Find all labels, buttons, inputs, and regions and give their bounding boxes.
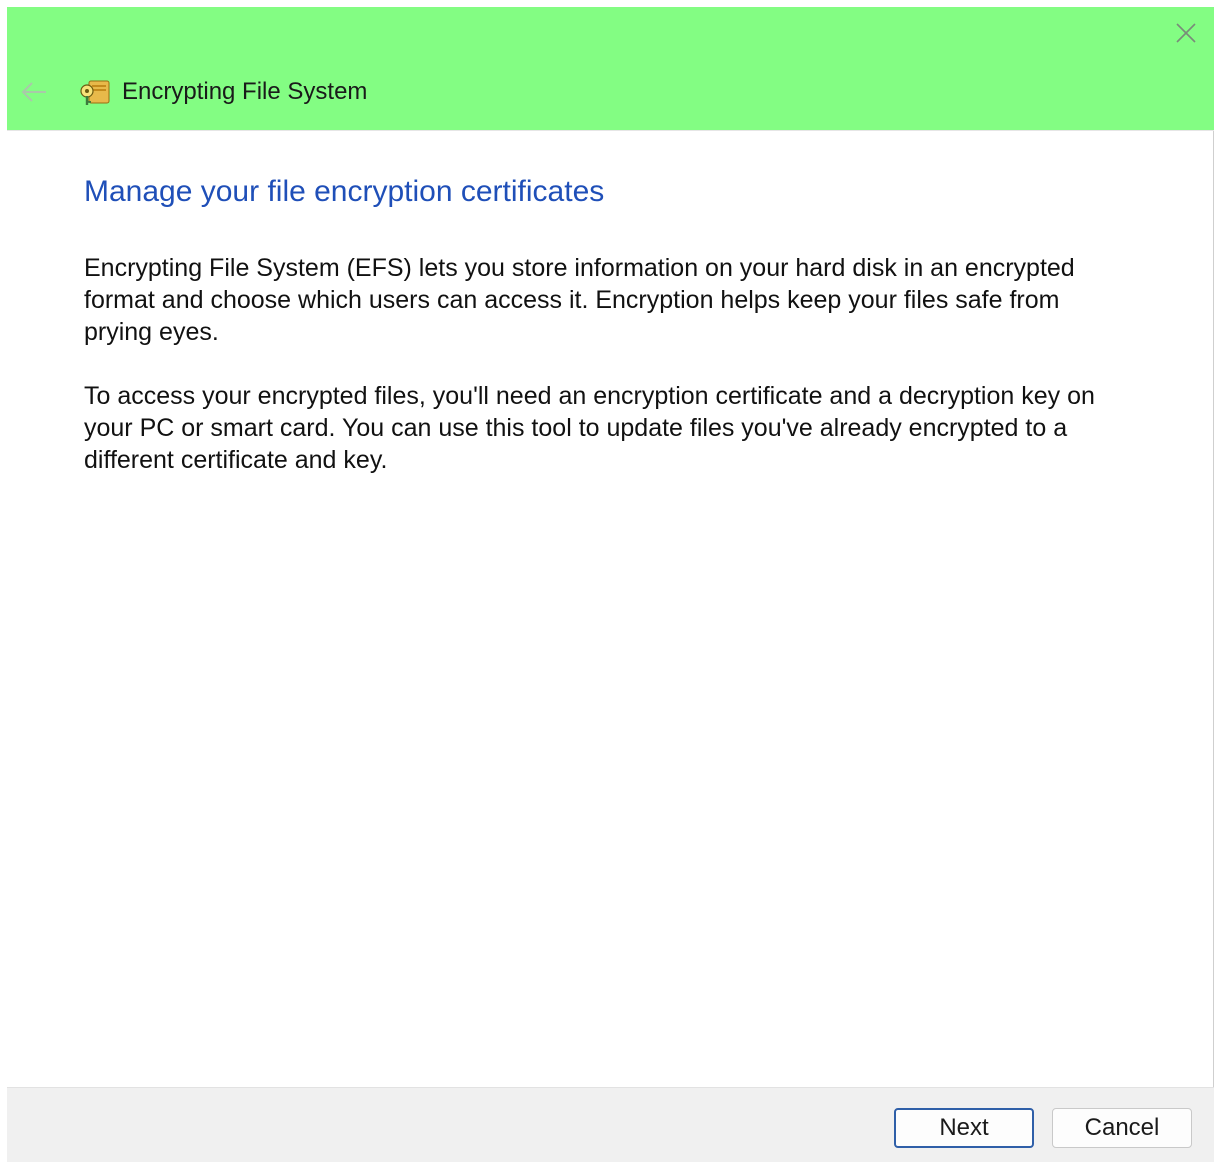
- efs-wizard-window: Encrypting File System Manage your file …: [7, 7, 1214, 1162]
- close-button[interactable]: [1164, 11, 1208, 55]
- description-paragraph-1: Encrypting File System (EFS) lets you st…: [84, 254, 1075, 346]
- cancel-button[interactable]: Cancel: [1052, 1108, 1192, 1148]
- page-heading: Manage your file encryption certificates: [84, 175, 605, 208]
- next-button[interactable]: Next: [894, 1108, 1034, 1148]
- certificate-key-icon: [79, 77, 111, 107]
- close-icon: [1176, 23, 1196, 43]
- wizard-footer: Next Cancel: [7, 1087, 1214, 1162]
- window-title: Encrypting File System: [122, 78, 368, 105]
- wizard-content: Manage your file encryption certificates…: [84, 172, 1124, 508]
- back-arrow-icon: [21, 82, 46, 102]
- back-button[interactable]: [17, 75, 51, 109]
- description-paragraph-2: To access your encrypted files, you'll n…: [84, 382, 1095, 474]
- title-bar: Encrypting File System: [7, 7, 1214, 131]
